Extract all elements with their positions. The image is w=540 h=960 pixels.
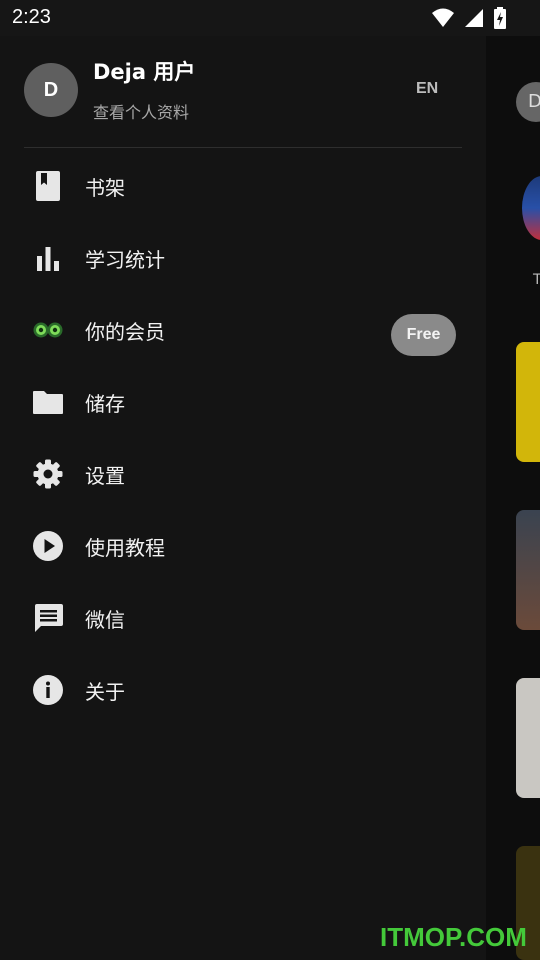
- folder-icon: [30, 384, 66, 420]
- gear-icon: [30, 456, 66, 492]
- bookmark-icon: [30, 168, 66, 204]
- profile-header[interactable]: D Deja 用户 查看个人资料 EN: [0, 36, 486, 148]
- bar-chart-icon: [30, 240, 66, 276]
- menu-item-statistics[interactable]: 学习统计: [0, 220, 486, 292]
- cell-signal-icon: [465, 9, 483, 27]
- menu-item-label: 设置: [85, 464, 125, 488]
- watermark: ITMOP.COM: [380, 922, 527, 952]
- drawer-menu: 书架 学习统计 你的会员 Free 储存 设置 使用教程 微信 关于: [0, 148, 486, 724]
- status-icons: [432, 7, 506, 29]
- background-label: T: [533, 272, 540, 288]
- chat-icon: [30, 600, 66, 636]
- wifi-icon: [432, 8, 454, 27]
- menu-item-label: 书架: [85, 176, 125, 200]
- menu-item-membership[interactable]: 你的会员 Free: [0, 292, 486, 364]
- menu-item-about[interactable]: 关于: [0, 652, 486, 724]
- info-icon: [30, 672, 66, 708]
- language-toggle[interactable]: EN: [416, 80, 438, 98]
- user-name: Deja 用户: [93, 60, 196, 84]
- avatar[interactable]: D: [24, 63, 78, 117]
- membership-eyes-icon: [30, 312, 66, 348]
- background-app: D T: [486, 36, 540, 960]
- status-time: 2:23: [12, 6, 51, 28]
- menu-item-settings[interactable]: 设置: [0, 436, 486, 508]
- menu-item-label: 学习统计: [85, 248, 165, 272]
- background-card[interactable]: [516, 342, 540, 462]
- menu-item-storage[interactable]: 储存: [0, 364, 486, 436]
- background-thumbnail[interactable]: [522, 176, 540, 240]
- view-profile-link[interactable]: 查看个人资料: [93, 99, 189, 123]
- background-card[interactable]: [516, 510, 540, 630]
- menu-item-bookshelf[interactable]: 书架: [0, 148, 486, 220]
- menu-item-label: 你的会员: [85, 320, 165, 344]
- menu-item-label: 使用教程: [85, 536, 165, 560]
- play-circle-icon: [30, 528, 66, 564]
- background-card[interactable]: [516, 678, 540, 798]
- menu-item-label: 关于: [85, 680, 125, 704]
- menu-item-wechat[interactable]: 微信: [0, 580, 486, 652]
- background-avatar[interactable]: D: [516, 82, 540, 122]
- menu-item-label: 储存: [85, 392, 125, 416]
- membership-free-badge[interactable]: Free: [391, 314, 456, 356]
- navigation-drawer: D Deja 用户 查看个人资料 EN 书架 学习统计 你的会员 Free 储存…: [0, 36, 486, 960]
- status-bar: 2:23: [0, 0, 540, 36]
- menu-item-tutorial[interactable]: 使用教程: [0, 508, 486, 580]
- battery-icon: [494, 7, 506, 29]
- menu-item-label: 微信: [85, 608, 125, 632]
